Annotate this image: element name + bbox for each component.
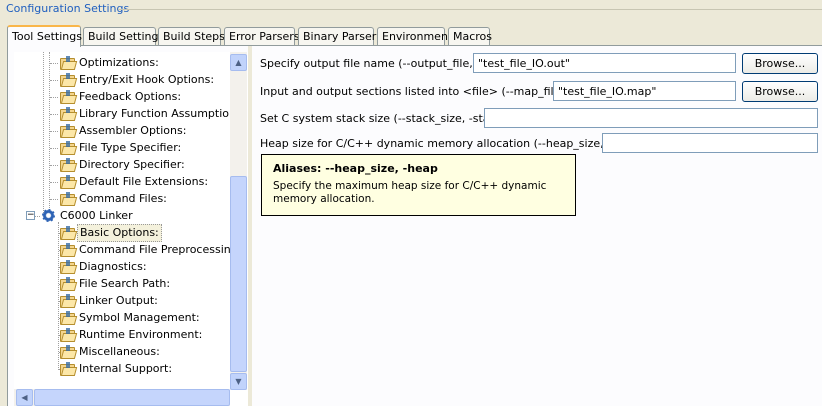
tree-item-label: Library Function Assumptions: xyxy=(79,107,246,120)
folder-options-icon xyxy=(60,56,78,70)
heap-size-input[interactable] xyxy=(602,133,818,153)
tab-environment[interactable]: Environment xyxy=(377,27,452,45)
folder-options-icon xyxy=(60,192,78,206)
tree-item-library-function-assumptions[interactable]: Library Function Assumptions: xyxy=(14,106,246,122)
splitter-sash[interactable] xyxy=(248,46,252,406)
folder-options-icon xyxy=(60,107,78,121)
tab-tool-settings[interactable]: Tool Settings xyxy=(7,25,82,47)
tree-item-label: Command Files: xyxy=(79,192,167,205)
scroll-left-button[interactable]: ◀ xyxy=(16,389,33,406)
tree-item-feedback-options[interactable]: Feedback Options: xyxy=(14,89,244,105)
group-title: Configuration Settings xyxy=(6,2,130,15)
tree-item-label: Default File Extensions: xyxy=(79,175,209,188)
tab-binary-parser[interactable]: Binary Parser xyxy=(298,27,376,45)
tree-item-symbol-management[interactable]: Symbol Management: xyxy=(14,310,244,326)
tree-item-label: C6000 Linker xyxy=(60,209,133,222)
scroll-up-button[interactable]: ▲ xyxy=(230,54,247,71)
tab-error-parsers[interactable]: Error Parsers xyxy=(224,27,299,45)
tree-item-basic-options[interactable]: Basic Options: xyxy=(14,224,244,242)
gear-icon xyxy=(42,209,55,222)
tree-item-label: Optimizations: xyxy=(79,56,159,69)
settings-tree[interactable]: Optimizations: Entry/Exit Hook Options: … xyxy=(14,52,248,406)
folder-options-icon xyxy=(60,277,78,291)
folder-options-icon xyxy=(60,141,78,155)
tree-item-label: Miscellaneous: xyxy=(79,345,160,358)
folder-options-icon xyxy=(60,90,78,104)
horizontal-scroll-thumb[interactable] xyxy=(34,389,230,406)
folder-options-icon xyxy=(60,345,78,359)
tree-horizontal-scrollbar[interactable]: ◀ xyxy=(14,389,230,406)
tree-item-label: Assembler Options: xyxy=(79,124,187,137)
vertical-scroll-thumb[interactable] xyxy=(230,176,247,372)
folder-options-icon xyxy=(60,243,78,257)
tree-item-file-type-specifier[interactable]: File Type Specifier: xyxy=(14,140,244,156)
tree-item-assembler-options[interactable]: Assembler Options: xyxy=(14,123,244,139)
map-file-input[interactable] xyxy=(553,81,736,101)
tree-item-miscellaneous[interactable]: Miscellaneous: xyxy=(14,344,244,360)
folder-options-icon xyxy=(60,260,78,274)
heap-size-tooltip: Aliases: --heap_size, -heap Specify the … xyxy=(261,154,576,216)
tree-item-label: Diagnostics: xyxy=(79,260,147,273)
tree-item-command-files[interactable]: Command Files: xyxy=(14,191,244,207)
folder-options-icon xyxy=(60,124,78,138)
tree-item-label: Command File Preprocessing: xyxy=(79,243,242,256)
folder-options-icon xyxy=(60,175,78,189)
tree-item-label: Internal Support: xyxy=(79,362,173,375)
output-file-input[interactable] xyxy=(473,53,736,73)
folder-options-icon xyxy=(60,158,78,172)
folder-options-icon xyxy=(60,362,78,376)
tree-item-label: File Search Path: xyxy=(79,277,171,290)
tree-item-c6000-linker[interactable]: − C6000 Linker xyxy=(14,208,244,224)
tree-item-command-file-preprocessing[interactable]: Command File Preprocessing: xyxy=(14,242,244,258)
tree-item-label: File Type Specifier: xyxy=(79,141,182,154)
folder-options-icon xyxy=(60,73,78,87)
scroll-down-button[interactable]: ▼ xyxy=(230,373,247,390)
tab-macros[interactable]: Macros xyxy=(448,27,492,45)
tree-item-linker-output[interactable]: Linker Output: xyxy=(14,293,244,309)
tree-item-runtime-environment[interactable]: Runtime Environment: xyxy=(14,327,244,343)
group-divider xyxy=(118,9,822,10)
tree-item-label-selected: Basic Options: xyxy=(77,224,162,242)
tree-item-internal-support[interactable]: Internal Support: xyxy=(14,361,244,377)
stack-size-input[interactable] xyxy=(484,108,818,128)
stack-size-label: Set C system stack size (--stack_size, -… xyxy=(260,112,507,125)
tree-item-diagnostics[interactable]: Diagnostics: xyxy=(14,259,244,275)
output-file-browse-button[interactable]: Browse... xyxy=(742,53,818,74)
output-file-label: Specify output file name (--output_file,… xyxy=(260,57,492,70)
tab-build-steps[interactable]: Build Steps xyxy=(158,27,225,45)
tree-item-label: Runtime Environment: xyxy=(79,328,203,341)
folder-options-icon xyxy=(60,328,78,342)
tooltip-title: Aliases: --heap_size, -heap xyxy=(273,162,438,175)
folder-options-icon xyxy=(60,294,78,308)
map-file-browse-button[interactable]: Browse... xyxy=(742,81,818,102)
tree-item-entry-exit-hook-options[interactable]: Entry/Exit Hook Options: xyxy=(14,72,244,88)
tree-item-label: Feedback Options: xyxy=(79,90,182,103)
tree-item-default-file-extensions[interactable]: Default File Extensions: xyxy=(14,174,244,190)
tree-item-optimizations[interactable]: Optimizations: xyxy=(14,55,244,71)
tree-item-label: Linker Output: xyxy=(79,294,158,307)
tree-item-label: Entry/Exit Hook Options: xyxy=(79,73,215,86)
tree-item-directory-specifier[interactable]: Directory Specifier: xyxy=(14,157,244,173)
folder-options-icon xyxy=(60,311,78,325)
tree-vertical-scrollbar[interactable]: ▲ ▼ xyxy=(230,52,247,390)
map-file-label: Input and output sections listed into <f… xyxy=(260,85,587,98)
heap-size-label: Heap size for C/C++ dynamic memory alloc… xyxy=(260,137,643,150)
tree-item-file-search-path[interactable]: File Search Path: xyxy=(14,276,244,292)
tooltip-body: Specify the maximum heap size for C/C++ … xyxy=(273,180,547,205)
tab-build-settings[interactable]: Build Settings xyxy=(83,27,164,45)
collapse-toggle[interactable]: − xyxy=(26,211,35,220)
tree-item-label: Symbol Management: xyxy=(79,311,200,324)
folder-options-icon xyxy=(60,226,78,240)
tree-item-label: Directory Specifier: xyxy=(79,158,185,171)
